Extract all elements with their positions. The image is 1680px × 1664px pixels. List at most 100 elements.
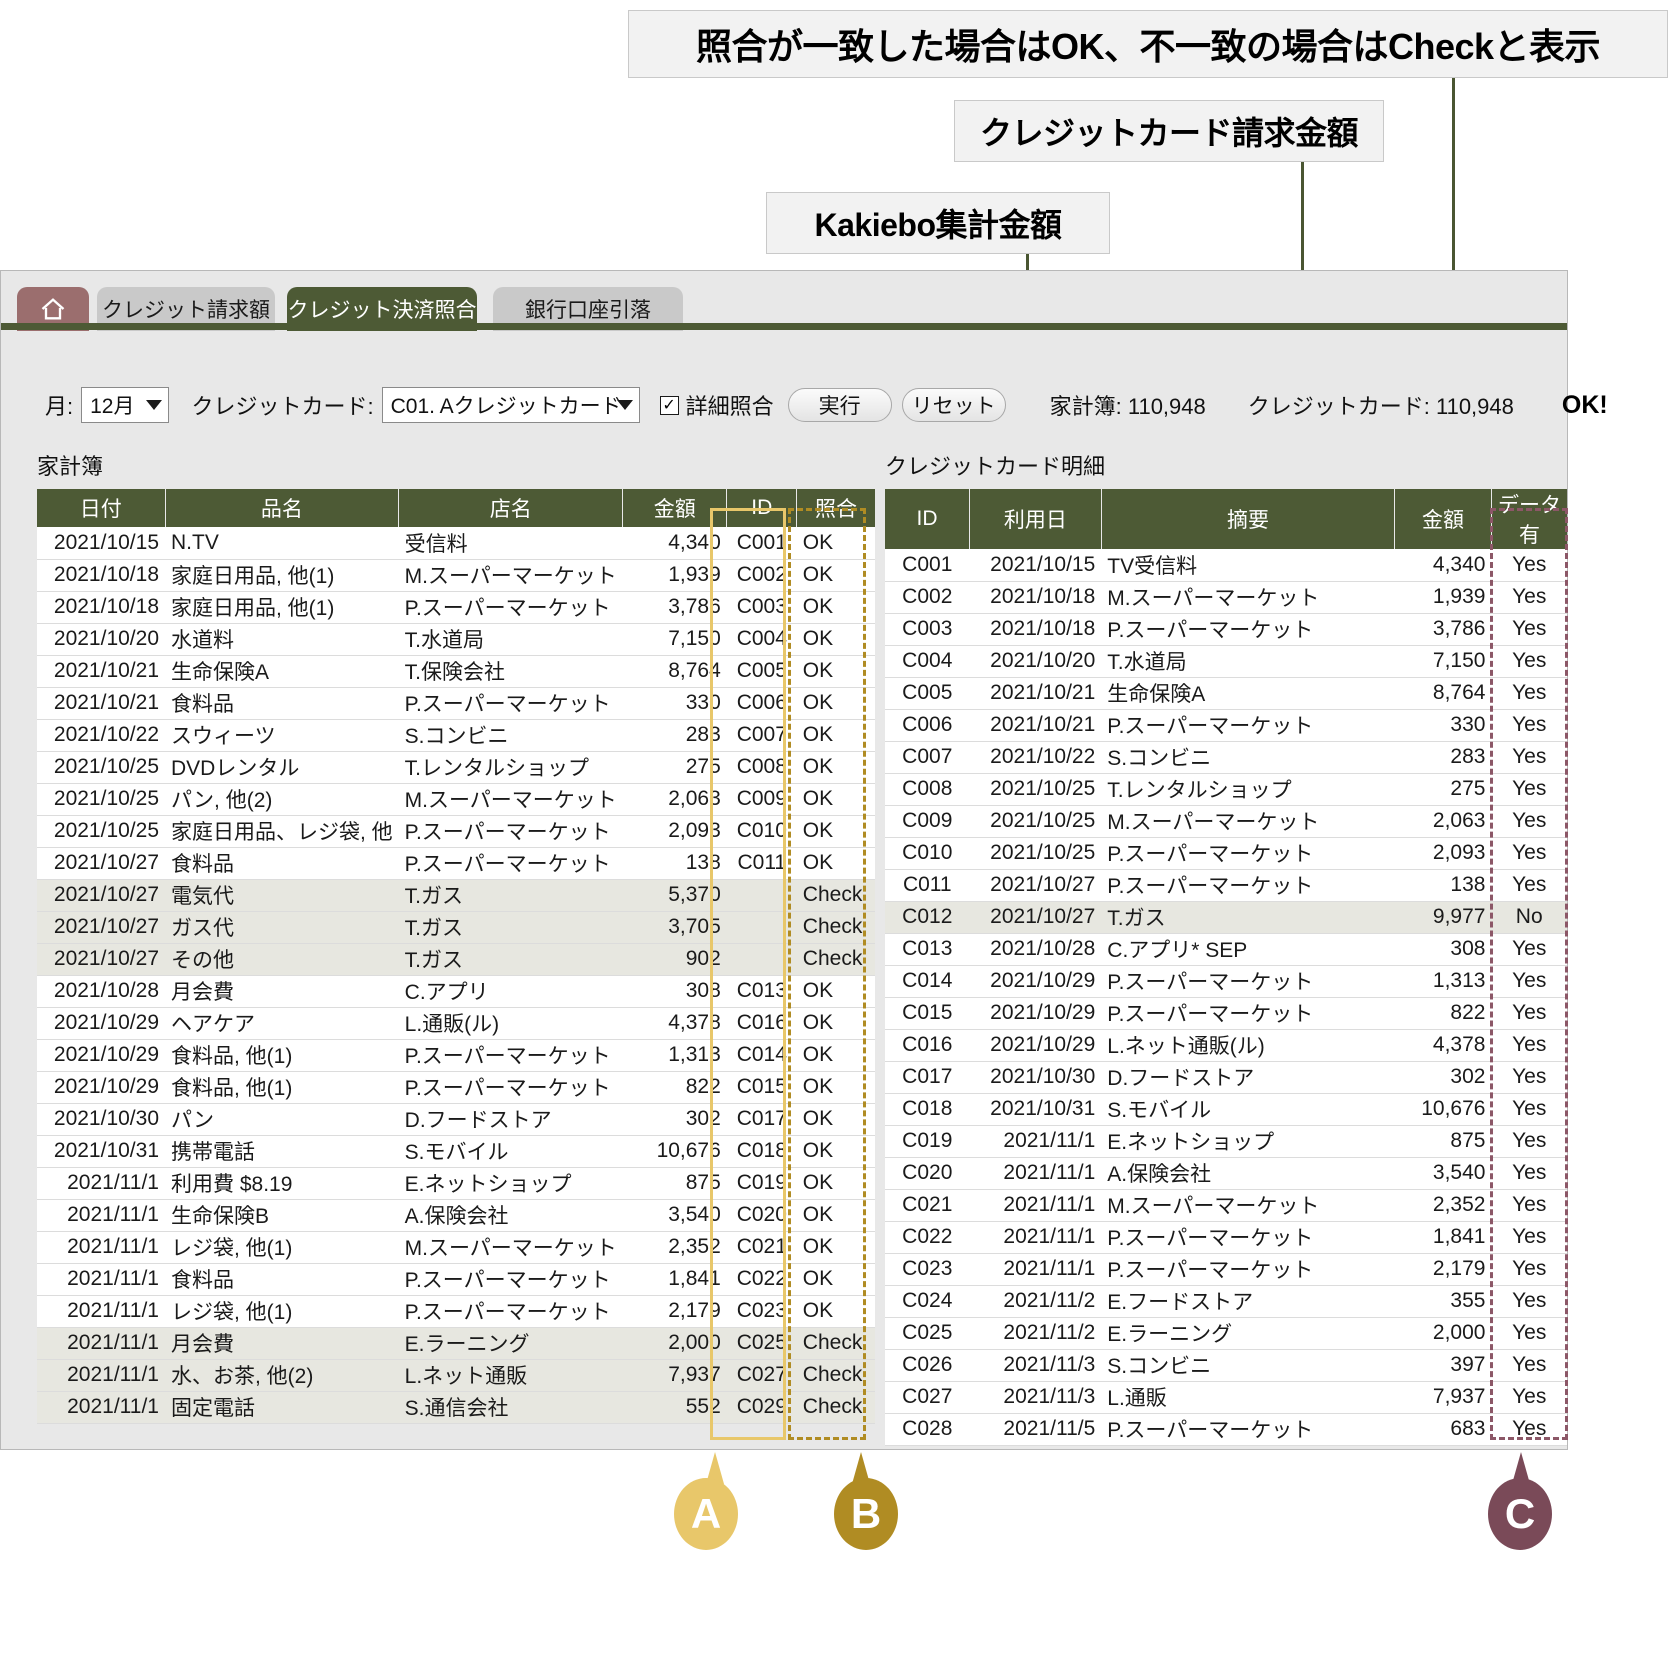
table-row[interactable]: 2021/10/29 食料品, 他(1) P.スーパーマーケット 1,313 C014 O… <box>37 1039 875 1072</box>
cell-amount: 3,786 <box>622 591 727 624</box>
table-row[interactable]: C026 2021/11/3 S.コンビニ 397 Yes <box>885 1349 1567 1382</box>
table-row[interactable]: 2021/10/27 電気代 T.ガス 5,370 Check <box>37 879 875 912</box>
table-row[interactable]: 2021/10/27 食料品 P.スーパーマーケット 138 C011 OK <box>37 847 875 880</box>
table-row[interactable]: 2021/10/27 ガス代 T.ガス 3,705 Check <box>37 911 875 944</box>
detail-match-checkbox[interactable]: ✓ 詳細照合 <box>659 389 774 421</box>
month-select[interactable]: 12月 <box>81 387 170 423</box>
table-row[interactable]: C008 2021/10/25 T.レンタルショップ 275 Yes <box>885 773 1567 806</box>
cell-match: OK <box>796 751 875 784</box>
table-row[interactable]: 2021/10/18 家庭日用品, 他(1) M.スーパーマーケット 1,939 C00… <box>37 559 875 592</box>
cell-shop: P.スーパーマーケット <box>398 1071 623 1104</box>
table-row[interactable]: 2021/10/30 パン D.フードストア 302 C017 OK <box>37 1103 875 1136</box>
table-row[interactable]: 2021/11/1 水、お茶, 他(2) L.ネット通販 7,937 C027 Check <box>37 1359 875 1392</box>
col-header-id: ID <box>885 489 971 549</box>
cell-date: 2021/10/21 <box>969 677 1102 710</box>
cell-date: 2021/10/29 <box>969 1029 1102 1062</box>
cell-amount: 7,937 <box>1394 1381 1492 1414</box>
cell-item: レジ袋, 他(1) <box>165 1295 399 1328</box>
table-row[interactable]: C023 2021/11/1 P.スーパーマーケット 2,179 Yes <box>885 1253 1567 1286</box>
cell-match: OK <box>796 719 875 752</box>
table-row[interactable]: C003 2021/10/18 P.スーパーマーケット 3,786 Yes <box>885 613 1567 646</box>
cell-match: OK <box>796 1231 875 1264</box>
table-row[interactable]: C017 2021/10/30 D.フードストア 302 Yes <box>885 1061 1567 1094</box>
table-row[interactable]: 2021/10/22 スウィーツ S.コンビニ 283 C007 OK <box>37 719 875 752</box>
table-row[interactable]: 2021/10/25 パン, 他(2) M.スーパーマーケット 2,063 C009 OK <box>37 783 875 816</box>
checkmark-icon: ✓ <box>659 395 679 415</box>
cell-id: C024 <box>885 1285 970 1318</box>
cell-amount: 10,676 <box>622 1135 727 1168</box>
table-row[interactable]: 2021/11/1 月会費 E.ラーニング 2,000 C025 Check <box>37 1327 875 1360</box>
table-row[interactable]: C024 2021/11/2 E.フードストア 355 Yes <box>885 1285 1567 1318</box>
table-row[interactable]: C009 2021/10/25 M.スーパーマーケット 2,063 Yes <box>885 805 1567 838</box>
table-row[interactable]: 2021/10/25 DVDレンタル T.レンタルショップ 275 C008 OK <box>37 751 875 784</box>
run-button-label: 実行 <box>818 395 861 418</box>
table-row[interactable]: C016 2021/10/29 L.ネット通販(ル) 4,378 Yes <box>885 1029 1567 1062</box>
tab-credit-match[interactable]: クレジット決済照合 <box>287 287 477 331</box>
cell-item: DVDレンタル <box>165 751 399 784</box>
table-row[interactable]: 2021/10/27 その他 T.ガス 902 Check <box>37 943 875 976</box>
cell-description: M.スーパーマーケット <box>1101 581 1395 614</box>
table-row[interactable]: 2021/10/20 水道料 T.水道局 7,150 C004 OK <box>37 623 875 656</box>
table-row[interactable]: C020 2021/11/1 A.保険会社 3,540 Yes <box>885 1157 1567 1190</box>
table-row[interactable]: C002 2021/10/18 M.スーパーマーケット 1,939 Yes <box>885 581 1567 614</box>
cell-has-data: Yes <box>1491 677 1567 710</box>
table-row[interactable]: C028 2021/11/5 P.スーパーマーケット 683 Yes <box>885 1413 1567 1446</box>
reset-button[interactable]: リセット <box>901 388 1006 422</box>
table-row[interactable]: C001 2021/10/15 TV受信料 4,340 Yes <box>885 549 1567 582</box>
table-row[interactable]: 2021/10/21 生命保険A T.保険会社 8,764 C005 OK <box>37 655 875 688</box>
cell-amount: 1,939 <box>1394 581 1492 614</box>
table-row[interactable]: C018 2021/10/31 S.モバイル 10,676 Yes <box>885 1093 1567 1126</box>
credit-card-select[interactable]: C01. Aクレジットカード <box>381 387 640 423</box>
cell-item: パン, 他(2) <box>165 783 399 816</box>
table-row[interactable]: C021 2021/11/1 M.スーパーマーケット 2,352 Yes <box>885 1189 1567 1222</box>
table-row[interactable]: C027 2021/11/3 L.通販 7,937 Yes <box>885 1381 1567 1414</box>
table-row[interactable]: 2021/11/1 レジ袋, 他(1) M.スーパーマーケット 2,352 C021 OK <box>37 1231 875 1264</box>
cell-shop: 受信料 <box>398 527 623 560</box>
table-row[interactable]: C025 2021/11/2 E.ラーニング 2,000 Yes <box>885 1317 1567 1350</box>
table-row[interactable]: C006 2021/10/21 P.スーパーマーケット 330 Yes <box>885 709 1567 742</box>
tab-bank-debit-label: 銀行口座引落 <box>525 299 651 322</box>
cell-description: M.スーパーマーケット <box>1101 805 1395 838</box>
cell-description: P.スーパーマーケット <box>1101 997 1395 1030</box>
table-row[interactable]: 2021/11/1 生命保険B A.保険会社 3,540 C020 OK <box>37 1199 875 1232</box>
cell-id: C020 <box>726 1199 797 1232</box>
col-header-shop: 店名 <box>398 489 624 527</box>
table-row[interactable]: 2021/10/31 携帯電話 S.モバイル 10,676 C018 OK <box>37 1135 875 1168</box>
table-row[interactable]: C013 2021/10/28 C.アプリ* SEP 308 Yes <box>885 933 1567 966</box>
cell-date: 2021/11/1 <box>37 1295 165 1328</box>
table-row[interactable]: 2021/10/18 家庭日用品, 他(1) P.スーパーマーケット 3,786 C00… <box>37 591 875 624</box>
table-row[interactable]: C011 2021/10/27 P.スーパーマーケット 138 Yes <box>885 869 1567 902</box>
cell-has-data: Yes <box>1491 1413 1567 1446</box>
table-row[interactable]: 2021/10/21 食料品 P.スーパーマーケット 330 C006 OK <box>37 687 875 720</box>
table-row[interactable]: C014 2021/10/29 P.スーパーマーケット 1,313 Yes <box>885 965 1567 998</box>
table-row[interactable]: C007 2021/10/22 S.コンビニ 283 Yes <box>885 741 1567 774</box>
cell-shop: T.ガス <box>398 879 623 912</box>
table-row[interactable]: 2021/10/29 食料品, 他(1) P.スーパーマーケット 822 C015 OK <box>37 1071 875 1104</box>
toolbar: 月: 12月 クレジットカード: C01. Aクレジットカード ✓ 詳細照合 実… <box>1 376 1608 434</box>
table-row[interactable]: C019 2021/11/1 E.ネットショップ 875 Yes <box>885 1125 1567 1158</box>
table-row[interactable]: 2021/11/1 食料品 P.スーパーマーケット 1,841 C022 OK <box>37 1263 875 1296</box>
cell-amount: 1,313 <box>1394 965 1492 998</box>
table-row[interactable]: 2021/10/25 家庭日用品、レジ袋, 他 P.スーパーマーケット 2,093 C0… <box>37 815 875 848</box>
cell-id: C016 <box>885 1029 970 1062</box>
run-button[interactable]: 実行 <box>787 388 892 422</box>
table-row[interactable]: C005 2021/10/21 生命保険A 8,764 Yes <box>885 677 1567 710</box>
cell-date: 2021/11/2 <box>969 1285 1102 1318</box>
cell-id: C010 <box>726 815 797 848</box>
table-row[interactable]: 2021/11/1 固定電話 S.通信会社 552 C029 Check <box>37 1391 875 1424</box>
cell-amount: 3,540 <box>1394 1157 1492 1190</box>
table-row[interactable]: 2021/11/1 レジ袋, 他(1) P.スーパーマーケット 2,179 C023 OK <box>37 1295 875 1328</box>
kakeibo-table-title: 家計簿 <box>37 454 104 479</box>
table-row[interactable]: C010 2021/10/25 P.スーパーマーケット 2,093 Yes <box>885 837 1567 870</box>
table-row[interactable]: C004 2021/10/20 T.水道局 7,150 Yes <box>885 645 1567 678</box>
table-row[interactable]: C022 2021/11/1 P.スーパーマーケット 1,841 Yes <box>885 1221 1567 1254</box>
cell-date: 2021/10/21 <box>37 687 165 720</box>
table-row[interactable]: 2021/10/15 N.TV 受信料 4,340 C001 OK <box>37 527 875 560</box>
table-row[interactable]: 2021/10/29 ヘアケア L.通販(ル) 4,378 C016 OK <box>37 1007 875 1040</box>
table-row[interactable]: 2021/11/1 利用費 $8.19 E.ネットショップ 875 C019 OK <box>37 1167 875 1200</box>
table-row[interactable]: 2021/10/28 月会費 C.アプリ 308 C013 OK <box>37 975 875 1008</box>
table-row[interactable]: C012 2021/10/27 T.ガス 9,977 No <box>885 901 1567 934</box>
cell-item: レジ袋, 他(1) <box>165 1231 399 1264</box>
callout-ok-check: 照合が一致した場合はOK、不一致の場合はCheckと表示 <box>628 10 1668 78</box>
table-row[interactable]: C015 2021/10/29 P.スーパーマーケット 822 Yes <box>885 997 1567 1030</box>
